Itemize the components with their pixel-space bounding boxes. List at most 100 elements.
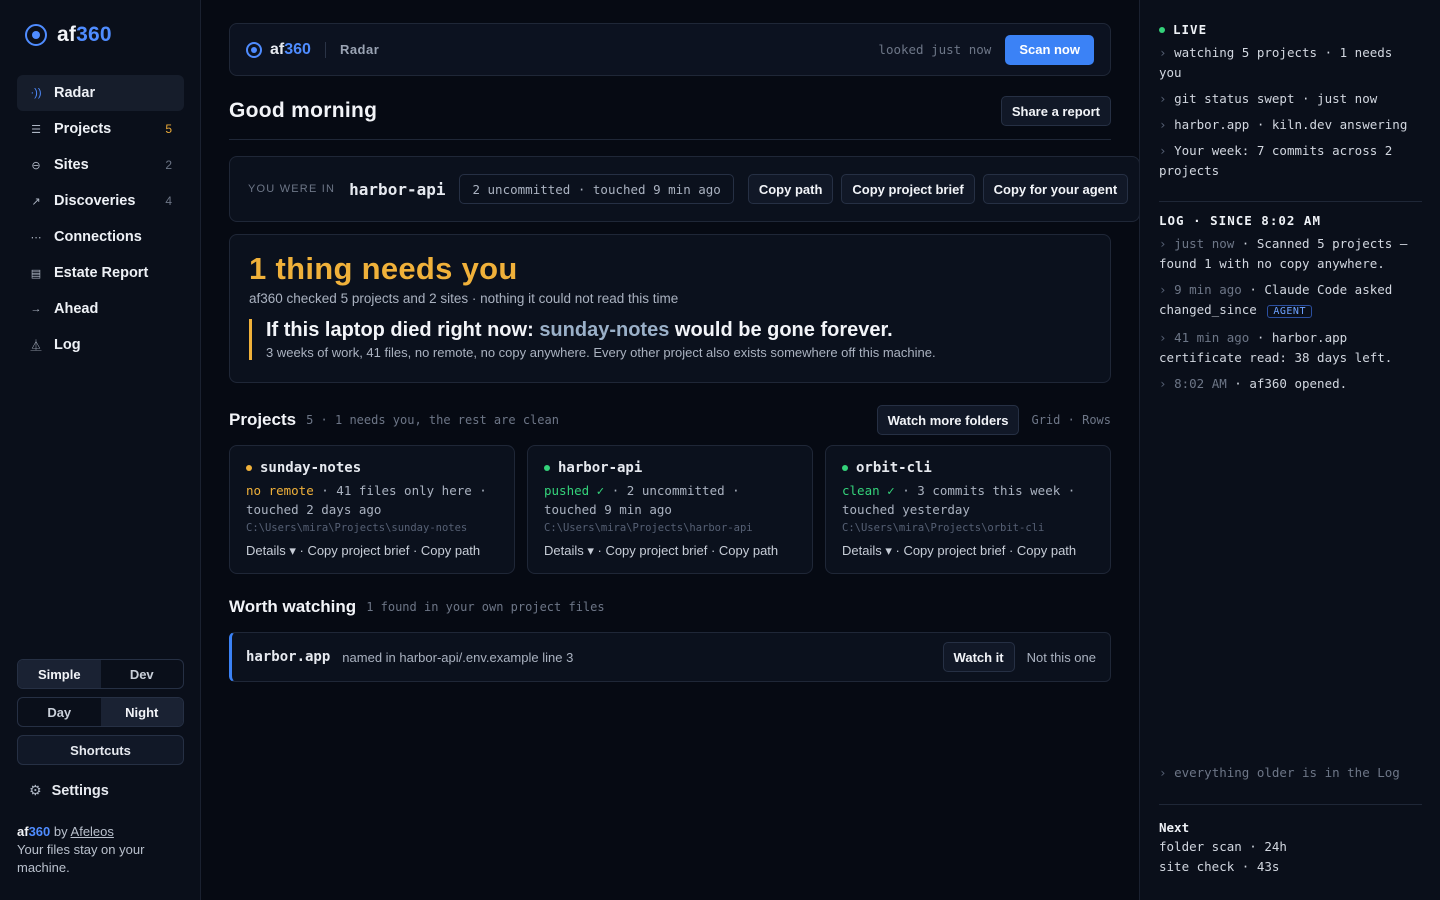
copy-project-brief-button[interactable]: Copy project brief	[841, 174, 975, 204]
footer-by: by	[53, 824, 68, 839]
copy-path-link[interactable]: Copy path	[421, 543, 480, 558]
sidebar-item-log[interactable]: ⏅ Log	[17, 327, 184, 363]
main-content: af360 Radar looked just now Scan now Goo…	[229, 23, 1140, 682]
scan-now-button[interactable]: Scan now	[1005, 34, 1094, 65]
author-link[interactable]: Afeleos	[71, 824, 114, 839]
divider	[1159, 201, 1422, 202]
alert-subtitle: af360 checked 5 projects and 2 sites · n…	[249, 291, 679, 306]
watch-it-button[interactable]: Watch it	[942, 642, 1015, 672]
sidebar-item-ahead[interactable]: → Ahead	[17, 291, 184, 327]
sidebar-item-estate-report[interactable]: ▤ Estate Report	[17, 255, 184, 291]
view-toggle: Grid · Rows	[1031, 413, 1111, 427]
project-card[interactable]: harbor-api pushed ✓ · 2 uncommitted · tou…	[527, 445, 813, 574]
status-dot	[544, 465, 550, 471]
not-this-one-button[interactable]: Not this one	[1027, 650, 1096, 665]
next-header: Next	[1159, 820, 1190, 835]
details-toggle[interactable]: Details ▾	[842, 543, 892, 558]
shortcuts-button[interactable]: Shortcuts	[17, 735, 184, 765]
divider	[229, 139, 1111, 140]
sidebar-item-radar[interactable]: ·)) Radar	[17, 75, 184, 111]
project-path: C:\Users\mira\Projects\orbit-cli	[842, 522, 1045, 534]
sidebar-item-label: Projects	[54, 121, 112, 137]
divider	[324, 41, 326, 58]
log-entry: › 9 min ago · Claude Code asked changed_…	[1159, 282, 1393, 318]
connections-icon: ⋯	[30, 231, 42, 244]
project-status-line: pushed ✓ · 2 uncommitted · touched 9 min …	[544, 483, 740, 517]
sidebar: af360 ·)) Radar ☰ Projects 5 ⊖ Sites 2 ↗…	[0, 0, 201, 900]
live-indicator-icon	[1159, 26, 1165, 33]
mode-toggle: Simple Dev	[17, 659, 184, 689]
copy-project-brief-link[interactable]: Copy project brief	[307, 543, 409, 558]
theme-day-button[interactable]: Day	[18, 698, 101, 726]
details-toggle[interactable]: Details ▾	[246, 543, 296, 558]
sidebar-item-label: Sites	[54, 157, 89, 173]
log-entry: › 41 min ago · harbor.app certificate re…	[1159, 330, 1393, 365]
watch-more-folders-button[interactable]: Watch more folders	[876, 405, 1020, 435]
sidebar-nav: ·)) Radar ☰ Projects 5 ⊖ Sites 2 ↗ Disco…	[17, 75, 184, 363]
greeting-row: Good morning Share a report	[229, 94, 1111, 128]
details-toggle[interactable]: Details ▾	[544, 543, 594, 558]
project-name: sunday-notes	[246, 460, 498, 476]
sidebar-item-label: Connections	[54, 229, 142, 245]
rows-view-button[interactable]: Rows	[1082, 413, 1111, 427]
ahead-icon: →	[30, 303, 42, 315]
sidebar-item-discoveries[interactable]: ↗ Discoveries 4	[17, 183, 184, 219]
sidebar-item-label: Radar	[54, 85, 96, 101]
theme-toggle: Day Night	[17, 697, 184, 727]
breadcrumb: Radar	[339, 42, 380, 57]
projects-header: Projects 5 · 1 needs you, the rest are c…	[229, 405, 1111, 435]
last-scan-status: looked just now	[878, 42, 992, 57]
copy-path-link[interactable]: Copy path	[719, 543, 778, 558]
section-meta: 1 found in your own project files	[366, 600, 605, 614]
radar-icon: ·))	[30, 87, 42, 99]
you-were-in-label: YOU WERE IN	[248, 183, 336, 195]
copy-project-brief-link[interactable]: Copy project brief	[605, 543, 707, 558]
project-path: C:\Users\mira\Projects\harbor-api	[544, 522, 753, 534]
card-actions: Details ▾ · Copy project brief · Copy pa…	[246, 543, 481, 558]
risk-headline: If this laptop died right now: sunday-no…	[266, 319, 893, 341]
next-section: Next folder scan · 24h site check · 43s	[1159, 820, 1422, 875]
project-card[interactable]: sunday-notes no remote · 41 files only h…	[229, 445, 515, 574]
log-entry: › 8:02 AM · af360 opened.	[1159, 376, 1348, 391]
copy-for-agent-button[interactable]: Copy for your agent	[982, 174, 1129, 204]
discovery-source: named in harbor-api/.env.example line 3	[342, 649, 574, 665]
live-line: › Your week: 7 commits across 2 projects	[1159, 143, 1393, 178]
older-log-link[interactable]: › everything older is in the Log	[1159, 763, 1422, 783]
topbar-brand: af360	[246, 41, 311, 59]
project-card[interactable]: orbit-cli clean ✓ · 3 commits this week …	[825, 445, 1111, 574]
current-project[interactable]: harbor-api	[349, 180, 445, 199]
trend-icon: ↗	[31, 195, 41, 208]
mode-simple-button[interactable]: Simple	[18, 660, 101, 688]
share-report-button[interactable]: Share a report	[1000, 96, 1111, 126]
globe-icon: ⊖	[31, 159, 41, 172]
sidebar-item-label: Estate Report	[54, 265, 149, 281]
top-bar: af360 Radar looked just now Scan now	[229, 23, 1111, 76]
brand-name: af360	[57, 23, 112, 46]
risk-detail: 3 weeks of work, 41 files, no remote, no…	[266, 345, 936, 360]
sidebar-item-connections[interactable]: ⋯ Connections	[17, 219, 184, 255]
theme-night-button[interactable]: Night	[100, 698, 183, 726]
mode-dev-button[interactable]: Dev	[101, 660, 184, 688]
next-item: folder scan · 24h	[1159, 839, 1287, 854]
divider	[1159, 804, 1422, 805]
gear-icon: ⚙	[29, 782, 42, 798]
grid-view-button[interactable]: Grid	[1031, 413, 1060, 427]
discovery-name: harbor.app	[246, 649, 331, 665]
live-header: LIVE	[1159, 22, 1422, 37]
sidebar-item-projects[interactable]: ☰ Projects 5	[17, 111, 184, 147]
agent-badge: AGENT	[1267, 305, 1312, 318]
attention-alert: 1 thing needs you af360 checked 5 projec…	[229, 234, 1111, 383]
copy-path-button[interactable]: Copy path	[747, 174, 834, 204]
at-risk-project[interactable]: sunday-notes	[539, 319, 669, 341]
sidebar-item-sites[interactable]: ⊖ Sites 2	[17, 147, 184, 183]
status-dot	[246, 465, 252, 471]
copy-path-link[interactable]: Copy path	[1017, 543, 1076, 558]
copy-project-brief-link[interactable]: Copy project brief	[903, 543, 1005, 558]
brand-logo[interactable]: af360	[25, 23, 112, 47]
sidebar-item-label: Ahead	[54, 301, 99, 317]
settings-button[interactable]: ⚙ Settings	[29, 782, 109, 799]
sidebar-item-label: Log	[54, 337, 81, 353]
status-dot	[842, 465, 848, 471]
section-title: Worth watching	[229, 597, 357, 616]
you-were-in-bar: YOU WERE IN harbor-api 2 uncommitted · t…	[229, 156, 1140, 222]
